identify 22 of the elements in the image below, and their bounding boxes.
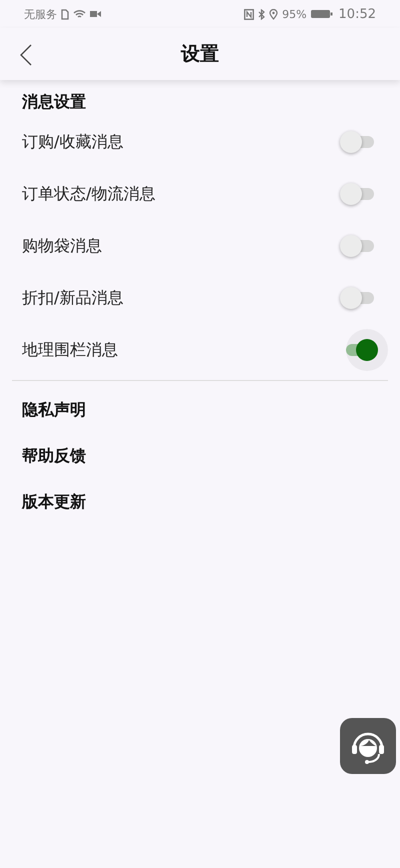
menu-item[interactable]: 隐私声明 xyxy=(0,387,400,433)
menu-item[interactable]: 帮助反馈 xyxy=(0,433,400,479)
location-icon xyxy=(269,8,278,20)
setting-label: 订单状态/物流消息 xyxy=(22,184,156,204)
sim-icon xyxy=(61,8,69,20)
nfc-icon xyxy=(244,8,254,20)
video-icon xyxy=(90,10,101,18)
section-title: 消息设置 xyxy=(21,91,87,113)
chevron-left-icon xyxy=(20,44,32,66)
setting-label: 购物袋消息 xyxy=(22,236,102,256)
bluetooth-icon xyxy=(258,8,266,20)
menu-item[interactable]: 版本更新 xyxy=(0,479,400,525)
battery-icon xyxy=(310,9,333,19)
setting-label: 地理围栏消息 xyxy=(22,340,118,360)
setting-label: 折扣/新品消息 xyxy=(22,288,124,308)
page-title: 设置 xyxy=(181,42,219,67)
wifi-icon xyxy=(73,9,86,19)
battery-text: 95% xyxy=(282,8,307,20)
clock-text: 10:52 xyxy=(338,6,376,22)
setting-label: 订购/收藏消息 xyxy=(22,132,124,152)
customer-service-button[interactable] xyxy=(340,718,396,774)
carrier-text: 无服务 xyxy=(24,6,57,22)
